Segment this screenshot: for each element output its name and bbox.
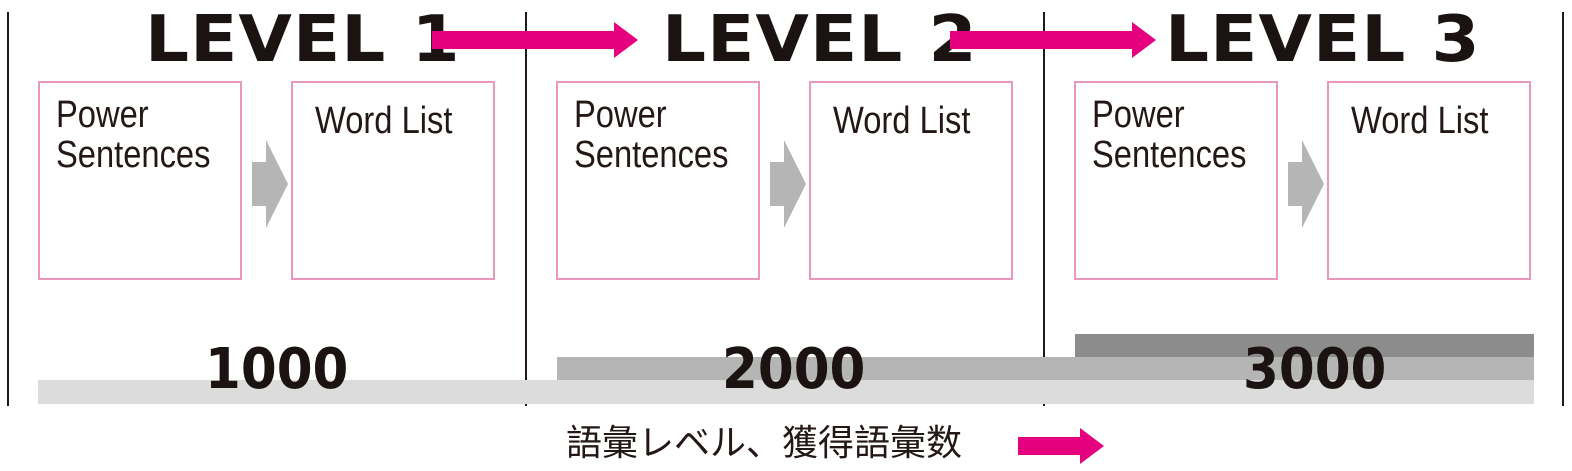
level-2-word-list-box: Word List <box>809 81 1013 280</box>
divider-left <box>7 12 9 406</box>
level-1-vocab-count: 1000 <box>205 337 349 402</box>
level-3-word-list-box: Word List <box>1327 81 1531 280</box>
vocab-bar-level-2 <box>557 357 1534 380</box>
word-list-label: Word List <box>833 100 971 142</box>
divider-right <box>1562 12 1564 406</box>
level-2-title: LEVEL 2 <box>662 3 978 77</box>
level-2-to-3-arrow-icon <box>950 22 1156 58</box>
caption-arrow-icon <box>1018 428 1104 464</box>
level-1-power-sentences-box: Power Sentences <box>38 81 242 280</box>
divider-level-1-2 <box>525 12 527 406</box>
level-1-title: LEVEL 1 <box>145 3 461 77</box>
level-1-word-list-box: Word List <box>291 81 495 280</box>
level-1-flow-arrow-icon <box>252 140 288 228</box>
power-sentences-label: Power Sentences <box>574 94 729 176</box>
axis-caption: 語彙レベル、獲得語彙数 <box>566 423 963 464</box>
level-2-power-sentences-box: Power Sentences <box>556 81 760 280</box>
word-list-label: Word List <box>1351 100 1489 142</box>
level-3-title: LEVEL 3 <box>1165 3 1481 77</box>
power-sentences-label: Power Sentences <box>1092 94 1247 176</box>
word-list-label: Word List <box>315 100 453 142</box>
level-3-vocab-count: 3000 <box>1243 337 1387 402</box>
power-sentences-label: Power Sentences <box>56 94 211 176</box>
level-3-flow-arrow-icon <box>1288 140 1324 228</box>
level-3-power-sentences-box: Power Sentences <box>1074 81 1278 280</box>
divider-level-2-3 <box>1043 12 1045 406</box>
level-2-flow-arrow-icon <box>770 140 806 228</box>
level-1-to-2-arrow-icon <box>432 22 638 58</box>
level-2-vocab-count: 2000 <box>722 337 866 402</box>
